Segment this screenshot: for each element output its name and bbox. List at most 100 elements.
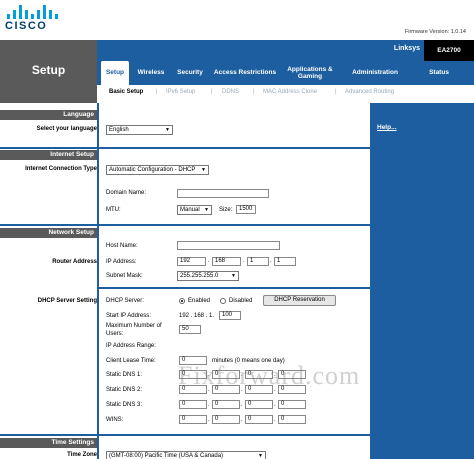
page-title: Setup bbox=[31, 63, 66, 77]
subnet-mask-select[interactable]: 255.255.255.0 ▼ bbox=[177, 271, 239, 281]
tab-status[interactable]: Status bbox=[415, 61, 463, 85]
wins-octet-1[interactable]: 0 bbox=[179, 415, 207, 424]
ip-dot: . bbox=[241, 417, 243, 423]
start-ip-field[interactable]: 100 bbox=[219, 311, 241, 320]
max-users-label-2: Users: bbox=[106, 331, 124, 337]
subtab-ipv6-setup[interactable]: IPv6 Setup bbox=[166, 89, 195, 95]
mtu-label: MTU: bbox=[106, 207, 121, 213]
subtab-basic-setup[interactable]: Basic Setup bbox=[109, 89, 143, 95]
host-name-label: Host Name: bbox=[106, 243, 138, 249]
dhcp-disabled-radio[interactable] bbox=[220, 298, 226, 304]
chevron-down-icon: ▼ bbox=[201, 167, 206, 173]
language-select[interactable]: English ▼ bbox=[106, 125, 173, 135]
mtu-size-label: Size: bbox=[219, 207, 233, 213]
dhcp-reservation-button[interactable]: DHCP Reservation bbox=[263, 295, 336, 306]
help-link[interactable]: Help... bbox=[377, 124, 397, 131]
dhcp-enabled-radio[interactable] bbox=[179, 298, 185, 304]
cisco-bars-icon bbox=[7, 3, 63, 19]
time-zone-select[interactable]: (GMT-08:00) Pacific Time (USA & Canada) ▼ bbox=[106, 451, 266, 459]
ip-dot: . bbox=[208, 417, 210, 423]
mtu-value: Manual bbox=[180, 207, 200, 213]
tab-applications-gaming[interactable]: Applications & Gaming bbox=[283, 61, 337, 85]
dns3-octet-4[interactable]: 0 bbox=[278, 400, 306, 409]
max-users-label-1: Maximum Number of bbox=[106, 323, 162, 329]
router-address-label: Router Address bbox=[52, 259, 97, 265]
ip-address-label: IP Address: bbox=[106, 259, 137, 265]
subtab-ddns[interactable]: DDNS bbox=[222, 89, 239, 95]
chevron-down-icon: ▼ bbox=[165, 127, 170, 133]
ip-dot: . bbox=[270, 258, 272, 264]
ip-dot: . bbox=[274, 417, 276, 423]
subtab-advanced-routing[interactable]: Advanced Routing bbox=[345, 89, 394, 95]
subtab-separator: | bbox=[156, 89, 158, 95]
top-bar: CISCO Firmware Version: 1.0.14 bbox=[0, 0, 474, 40]
tab-administration[interactable]: Administration bbox=[339, 61, 411, 85]
dns3-label: Static DNS 3: bbox=[106, 402, 143, 408]
dhcp-server-setting-label: DHCP Server Setting bbox=[37, 298, 97, 304]
chevron-down-icon: ▼ bbox=[204, 207, 209, 213]
subnet-mask-value: 255.255.255.0 bbox=[180, 273, 219, 279]
section-divider bbox=[0, 224, 370, 226]
help-column bbox=[370, 103, 474, 459]
ip-dot: . bbox=[208, 258, 210, 264]
language-label: Select your language bbox=[36, 126, 97, 132]
dhcp-disabled-label: Disabled bbox=[229, 298, 253, 304]
wins-octet-3[interactable]: 0 bbox=[245, 415, 273, 424]
sub-tabs: Basic Setup | IPv6 Setup | DDNS | MAC Ad… bbox=[97, 85, 474, 103]
ip-dot: . bbox=[208, 402, 210, 408]
connection-type-value: Automatic Configuration - DHCP bbox=[109, 167, 196, 173]
model-label: EA2700 bbox=[424, 40, 474, 61]
ip-octet-1[interactable]: 192 bbox=[177, 257, 206, 266]
ip-dot: . bbox=[241, 402, 243, 408]
subtab-separator: | bbox=[253, 89, 255, 95]
tab-setup[interactable]: Setup bbox=[101, 61, 129, 85]
lease-time-label: Client Lease Time: bbox=[106, 358, 156, 364]
ip-octet-2[interactable]: 168 bbox=[212, 257, 241, 266]
wins-octet-2[interactable]: 0 bbox=[212, 415, 240, 424]
firmware-version: Firmware Version: 1.0.14 bbox=[404, 29, 466, 35]
chevron-down-icon: ▼ bbox=[231, 273, 236, 279]
ip-octet-3[interactable]: 1 bbox=[247, 257, 269, 266]
watermark: Fixforward.com bbox=[178, 361, 361, 390]
domain-name-label: Domain Name: bbox=[106, 190, 147, 196]
brand-label: Linksys bbox=[393, 45, 420, 52]
connection-type-label: Internet Connection Type bbox=[25, 166, 97, 172]
dns3-octet-2[interactable]: 0 bbox=[212, 400, 240, 409]
subtab-mac-address-clone[interactable]: MAC Address Clone bbox=[263, 89, 317, 95]
model-row: Linksys EA2700 bbox=[97, 40, 474, 61]
section-language: Language bbox=[0, 110, 97, 120]
max-users-field[interactable]: 50 bbox=[179, 325, 201, 334]
section-divider bbox=[0, 434, 370, 436]
section-network-setup: Network Setup bbox=[0, 228, 97, 238]
section-time-settings: Time Settings bbox=[0, 438, 97, 448]
dns3-octet-3[interactable]: 0 bbox=[245, 400, 273, 409]
cisco-wordmark: CISCO bbox=[5, 20, 48, 32]
subtab-separator: | bbox=[211, 89, 213, 95]
mtu-size-field[interactable]: 1500 bbox=[236, 205, 256, 214]
dhcp-server-label: DHCP Server: bbox=[106, 298, 144, 304]
chevron-down-icon: ▼ bbox=[258, 453, 263, 459]
dns1-label: Static DNS 1: bbox=[106, 372, 143, 378]
cisco-logo: CISCO bbox=[5, 3, 65, 33]
ip-dot: . bbox=[274, 402, 276, 408]
start-ip-label: Start IP Address: bbox=[106, 313, 151, 319]
section-internet-setup: Internet Setup bbox=[0, 150, 97, 160]
ip-range-label: IP Address Range: bbox=[106, 343, 156, 349]
language-value: English bbox=[109, 127, 129, 133]
subnet-mask-label: Subnet Mask: bbox=[106, 273, 143, 279]
wins-octet-4[interactable]: 0 bbox=[278, 415, 306, 424]
wins-label: WINS: bbox=[106, 417, 124, 423]
domain-name-field[interactable] bbox=[177, 189, 269, 198]
time-zone-label: Time Zone bbox=[67, 452, 97, 458]
tab-wireless[interactable]: Wireless bbox=[131, 61, 171, 85]
tab-security[interactable]: Security bbox=[173, 61, 207, 85]
time-zone-value: (GMT-08:00) Pacific Time (USA & Canada) bbox=[109, 453, 224, 459]
dns3-octet-1[interactable]: 0 bbox=[179, 400, 207, 409]
connection-type-select[interactable]: Automatic Configuration - DHCP ▼ bbox=[106, 165, 209, 175]
host-name-field[interactable] bbox=[177, 241, 280, 250]
ip-octet-4[interactable]: 1 bbox=[274, 257, 296, 266]
mtu-select[interactable]: Manual ▼ bbox=[177, 205, 212, 215]
start-ip-prefix: 192 . 168 . 1. bbox=[179, 313, 215, 319]
dns2-label: Static DNS 2: bbox=[106, 387, 143, 393]
tab-access-restrictions[interactable]: Access Restrictions bbox=[209, 61, 281, 85]
